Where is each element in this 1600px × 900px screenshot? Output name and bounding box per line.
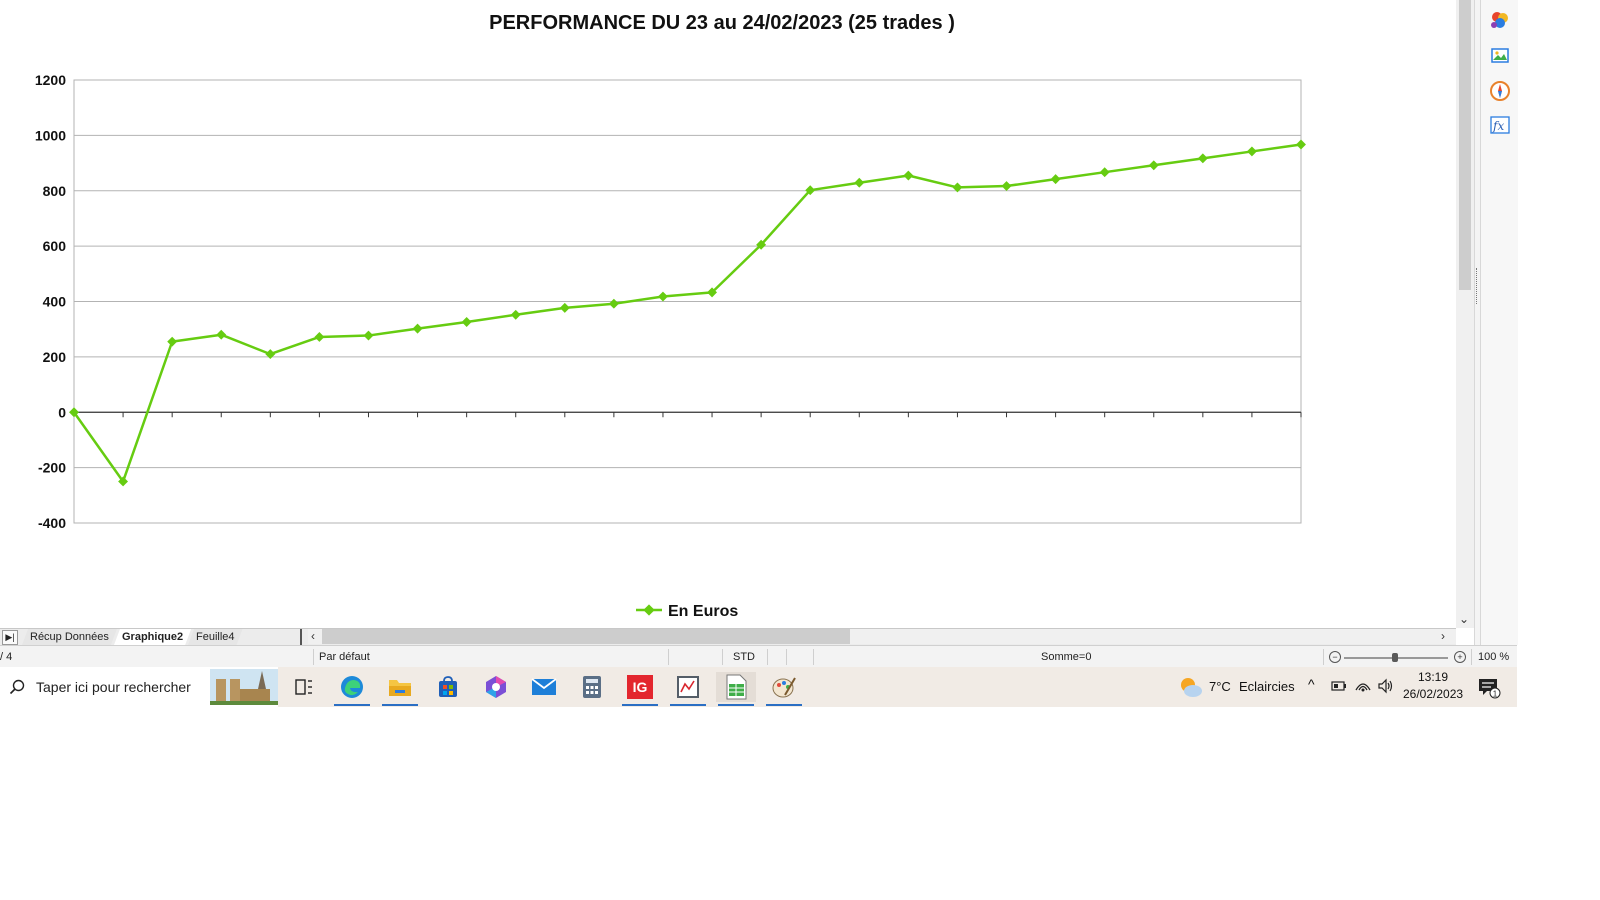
tab-recup-donnees[interactable]: Récup Données <box>22 629 117 645</box>
data-point <box>314 331 325 342</box>
volume-icon[interactable] <box>1377 678 1395 694</box>
data-point <box>510 309 521 320</box>
data-point <box>1148 160 1159 171</box>
selection-mode[interactable]: STD <box>733 651 755 663</box>
weather-partly-sunny-icon[interactable] <box>1178 675 1204 699</box>
sum-display[interactable]: Somme=0 <box>1041 651 1091 663</box>
data-point <box>1050 174 1061 185</box>
weather-temperature[interactable]: 7°C <box>1209 679 1231 694</box>
data-point <box>1099 167 1110 178</box>
weather-description[interactable]: Eclaircies <box>1239 679 1295 694</box>
legend: En Euros <box>636 603 738 620</box>
sidebar-deck: fx <box>1480 0 1518 645</box>
ig-icon[interactable]: IG <box>620 672 660 706</box>
store-icon[interactable] <box>428 672 468 702</box>
chart-title: PERFORMANCE DU 23 au 24/02/2023 (25 trad… <box>489 12 955 34</box>
zoom-level[interactable]: 100 % <box>1478 651 1509 663</box>
notification-center-icon[interactable]: 1 <box>1477 677 1503 699</box>
chart-app-running-indicator <box>670 704 706 706</box>
horizontal-scrollbar[interactable]: ‹ › <box>308 629 1456 644</box>
y-tick-label: -200 <box>38 460 66 476</box>
explorer-running-indicator <box>382 704 418 706</box>
clock-time[interactable]: 13:19 <box>1418 670 1448 684</box>
clock-date[interactable]: 26/02/2023 <box>1403 687 1463 701</box>
edge-icon[interactable] <box>332 672 372 706</box>
sheet-position: / 4 <box>0 651 13 663</box>
libreoffice-calc-icon[interactable] <box>716 672 756 706</box>
calculator-icon[interactable] <box>572 672 612 702</box>
taskbar-search[interactable]: Taper ici pour rechercher <box>0 667 278 707</box>
scroll-right-icon[interactable]: › <box>1441 629 1445 643</box>
chart: PERFORMANCE DU 23 au 24/02/2023 (25 trad… <box>35 12 1306 620</box>
data-point <box>265 349 276 360</box>
copilot-icon[interactable] <box>476 672 516 702</box>
data-point <box>412 323 423 334</box>
tab-graphique2[interactable]: Graphique2 <box>114 629 191 645</box>
styles-icon[interactable] <box>1487 7 1513 33</box>
data-point <box>167 336 178 347</box>
data-point <box>854 177 865 188</box>
status-bar: / 4 Par défaut STD Somme=0 − + 100 % <box>0 645 1517 668</box>
chart-sheet[interactable]: PERFORMANCE DU 23 au 24/02/2023 (25 trad… <box>0 0 1456 628</box>
y-tick-label: 600 <box>43 238 67 254</box>
page-style[interactable]: Par défaut <box>319 651 370 663</box>
paint-icon[interactable] <box>764 672 804 706</box>
splitter-grip-icon[interactable] <box>1476 268 1479 304</box>
tab-last-icon[interactable]: ▶| <box>2 630 18 645</box>
scroll-down-icon[interactable]: ⌄ <box>1459 612 1469 626</box>
search-icon <box>9 679 25 695</box>
y-tick-label: 800 <box>43 183 67 199</box>
horizontal-scroll-thumb[interactable] <box>322 629 850 644</box>
notification-count: 1 <box>1493 690 1498 699</box>
cathedral-search-highlight-icon <box>210 669 278 705</box>
zoom-out-icon[interactable]: − <box>1329 651 1341 663</box>
battery-icon[interactable] <box>1331 680 1347 692</box>
y-tick-label: 0 <box>58 404 66 420</box>
zoom-in-icon[interactable]: + <box>1454 651 1466 663</box>
edge-running-indicator <box>334 704 370 706</box>
wifi-icon[interactable] <box>1355 678 1371 694</box>
y-tick-label: 400 <box>43 294 67 310</box>
taskbar: Taper ici pour rechercher IG 7°C Eclairc… <box>0 667 1517 707</box>
tab-splitter[interactable] <box>300 629 302 645</box>
paint-running-indicator <box>766 704 802 706</box>
data-point <box>559 302 570 313</box>
show-hidden-icons-chevron-icon[interactable]: ^ <box>1308 676 1315 692</box>
data-point <box>216 329 227 340</box>
gallery-icon[interactable] <box>1487 43 1513 69</box>
mail-icon[interactable] <box>524 672 564 702</box>
navigator-icon[interactable] <box>1487 78 1513 104</box>
data-point <box>1001 181 1012 191</box>
data-point <box>1246 146 1257 157</box>
data-point <box>608 298 619 309</box>
zoom-slider-thumb[interactable] <box>1392 653 1398 662</box>
series-line-en-euros <box>72 143 1302 483</box>
ig-running-indicator <box>622 704 658 706</box>
data-point <box>903 170 914 181</box>
ig-label: IG <box>627 675 653 699</box>
y-tick-label: 1000 <box>35 127 66 143</box>
calc-running-indicator <box>718 704 754 706</box>
file-explorer-icon[interactable] <box>380 672 420 706</box>
y-tick-label: 200 <box>43 349 67 365</box>
scroll-left-icon[interactable]: ‹ <box>311 629 315 643</box>
data-point <box>1197 153 1208 164</box>
data-point <box>658 291 668 302</box>
svg-text:fx: fx <box>1492 119 1504 133</box>
data-point <box>1296 139 1306 150</box>
legend-label: En Euros <box>668 603 738 620</box>
legend-marker <box>643 604 655 616</box>
data-point <box>363 330 374 341</box>
y-tick-label: -400 <box>38 515 66 531</box>
functions-icon[interactable]: fx <box>1487 112 1513 138</box>
chart-app-icon[interactable] <box>668 672 708 706</box>
tab-feuille4[interactable]: Feuille4 <box>188 629 243 645</box>
data-point <box>461 317 472 327</box>
search-placeholder: Taper ici pour rechercher <box>36 679 191 695</box>
vertical-scrollbar[interactable]: ⌄ <box>1456 0 1474 628</box>
y-tick-label: 1200 <box>35 72 66 88</box>
task-view-icon[interactable] <box>284 672 324 702</box>
vertical-scroll-thumb[interactable] <box>1459 0 1471 290</box>
